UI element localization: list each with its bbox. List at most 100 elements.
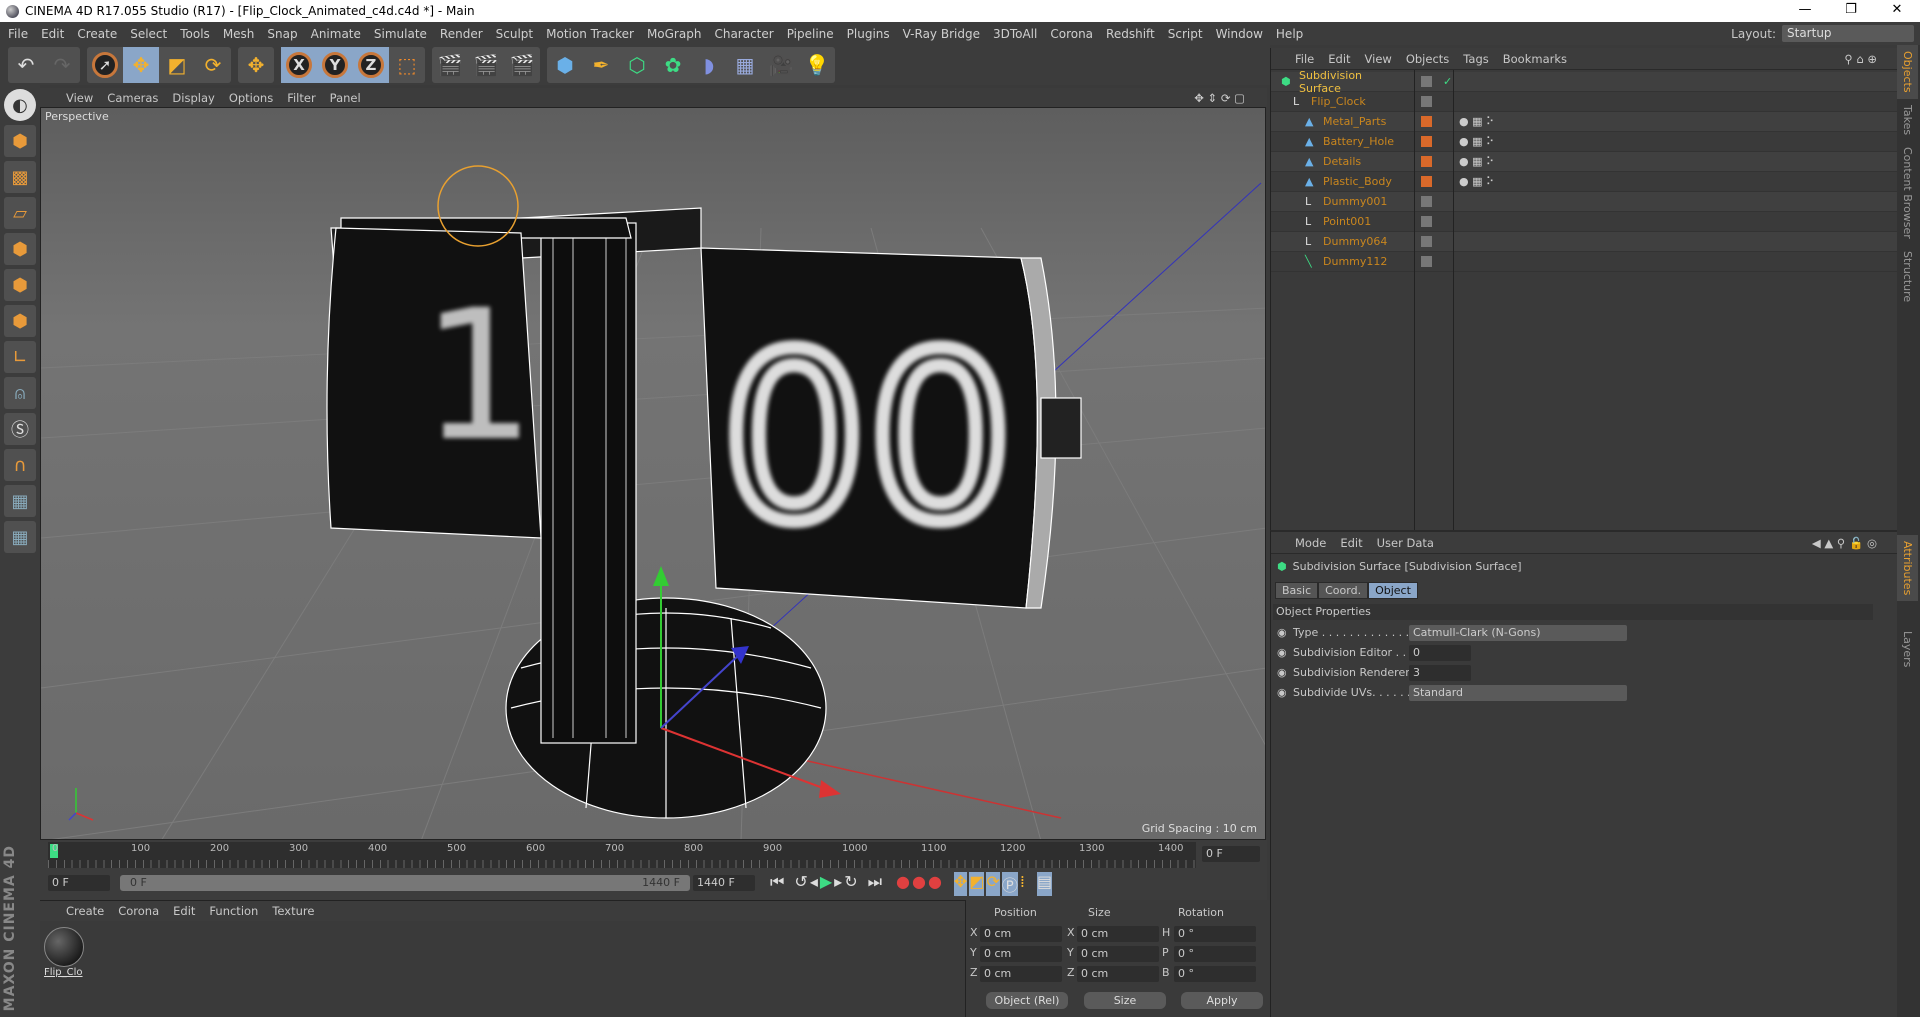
- menu-edit[interactable]: Edit: [41, 27, 64, 41]
- go-to-end-button[interactable]: ⏭: [868, 872, 882, 896]
- current-frame-field[interactable]: 0 F: [1202, 846, 1260, 862]
- menu-window[interactable]: Window: [1216, 27, 1263, 41]
- menu-create[interactable]: Create: [77, 27, 117, 41]
- floor-button[interactable]: ▦: [727, 47, 763, 83]
- object-row[interactable]: ▲ Details ● ▦ ⠕: [1271, 152, 1898, 172]
- animate-radio-icon[interactable]: ◉: [1277, 666, 1287, 679]
- apply-button[interactable]: Apply: [1181, 992, 1263, 1009]
- size-field-z[interactable]: 0 cm: [1077, 966, 1159, 982]
- cube-object-button[interactable]: ⬢: [547, 47, 583, 83]
- undo-button[interactable]: ↶: [8, 47, 44, 83]
- move-tool-button[interactable]: ✥: [123, 47, 159, 83]
- viewport-menu-panel[interactable]: Panel: [330, 91, 361, 105]
- z-axis-button[interactable]: Z: [353, 47, 389, 83]
- material-tags-icon[interactable]: ● ▦ ⠕: [1459, 155, 1494, 168]
- close-button[interactable]: ✕: [1874, 0, 1920, 20]
- object-row[interactable]: ╲ Dummy112: [1271, 252, 1898, 272]
- object-name[interactable]: Plastic_Body: [1323, 175, 1423, 188]
- workplane-button[interactable]: ▱: [4, 197, 36, 229]
- autokey-button[interactable]: ●: [912, 872, 926, 896]
- texture-mode-button[interactable]: ▩: [4, 161, 36, 193]
- menu-motion-tracker[interactable]: Motion Tracker: [546, 27, 634, 41]
- objects-menu-tags[interactable]: Tags: [1463, 52, 1488, 66]
- subdivision-surface-button[interactable]: ⬡: [619, 47, 655, 83]
- menu-redshift[interactable]: Redshift: [1106, 27, 1155, 41]
- rotation-field-x[interactable]: 0 °: [1174, 926, 1256, 942]
- object-name[interactable]: Dummy112: [1323, 255, 1423, 268]
- maximize-button[interactable]: ❐: [1828, 0, 1874, 20]
- tab-coord[interactable]: Coord.: [1318, 582, 1369, 599]
- position-field-z[interactable]: 0 cm: [980, 966, 1062, 982]
- enabled-check-icon[interactable]: ✓: [1443, 75, 1452, 88]
- rotate-tool-button[interactable]: ⟳: [195, 47, 231, 83]
- play-button[interactable]: ▶: [820, 872, 832, 896]
- object-row[interactable]: L Dummy064: [1271, 232, 1898, 252]
- coordinate-mode-dropdown[interactable]: Object (Rel): [986, 992, 1068, 1009]
- key-parameter-button[interactable]: Ⓟ: [1001, 872, 1018, 896]
- x-axis-button[interactable]: X: [281, 47, 317, 83]
- light-button[interactable]: 💡: [799, 47, 835, 83]
- points-mode-button[interactable]: ⬢: [4, 233, 36, 265]
- material-menu-texture[interactable]: Texture: [272, 904, 314, 918]
- property-number-field[interactable]: 3: [1409, 665, 1471, 681]
- layer-color-swatch[interactable]: [1421, 216, 1432, 227]
- menu-render[interactable]: Render: [440, 27, 483, 41]
- scale-tool-button[interactable]: ◩: [159, 47, 195, 83]
- go-to-start-button[interactable]: ⏮: [770, 872, 784, 896]
- tweak-mode-button[interactable]: ⍝: [4, 377, 36, 409]
- object-row[interactable]: L Flip_Clock: [1271, 92, 1898, 112]
- layer-color-swatch[interactable]: [1421, 76, 1432, 87]
- property-number-field[interactable]: 0: [1409, 645, 1471, 661]
- side-tab-content-browser[interactable]: Content Browser: [1897, 141, 1918, 245]
- model-mode-button[interactable]: ⬢: [4, 125, 36, 157]
- menu-vray-bridge[interactable]: V-Ray Bridge: [903, 27, 980, 41]
- search-icon[interactable]: ⚲ ⌂ ⊕: [1844, 52, 1877, 66]
- next-frame-button[interactable]: ▸: [834, 872, 842, 896]
- object-name[interactable]: Flip_Clock: [1311, 95, 1411, 108]
- make-editable-button[interactable]: ◐: [4, 89, 36, 121]
- object-name[interactable]: Dummy001: [1323, 195, 1423, 208]
- objects-menu-bookmarks[interactable]: Bookmarks: [1503, 52, 1567, 66]
- size-field-y[interactable]: 0 cm: [1077, 946, 1159, 962]
- key-scale-button[interactable]: ◩: [969, 872, 985, 896]
- 3d-viewport[interactable]: 1 00 Perspective Grid Spacing : 10 cm: [40, 107, 1266, 840]
- menu-help[interactable]: Help: [1276, 27, 1303, 41]
- menu-script[interactable]: Script: [1168, 27, 1203, 41]
- side-tab-attributes[interactable]: Attributes: [1897, 535, 1918, 602]
- object-row[interactable]: ⬢ Subdivision Surface ✓: [1271, 69, 1898, 95]
- layer-color-swatch[interactable]: [1421, 116, 1432, 127]
- object-name[interactable]: Battery_Hole: [1323, 135, 1423, 148]
- object-name[interactable]: Details: [1323, 155, 1423, 168]
- prev-key-button[interactable]: ↺: [794, 872, 807, 896]
- viewport-menu-display[interactable]: Display: [172, 91, 214, 105]
- end-frame-field[interactable]: 1440 F: [693, 875, 755, 891]
- property-dropdown[interactable]: Catmull-Clark (N-Gons): [1409, 625, 1627, 641]
- animate-radio-icon[interactable]: ◉: [1277, 646, 1287, 659]
- rotation-field-z[interactable]: 0 °: [1174, 966, 1256, 982]
- cloner-button[interactable]: ✿: [655, 47, 691, 83]
- tab-object[interactable]: Object: [1368, 582, 1418, 599]
- side-tab-objects[interactable]: Objects: [1897, 45, 1918, 99]
- next-key-button[interactable]: ↻: [844, 872, 857, 896]
- attr-menu-edit[interactable]: Edit: [1340, 536, 1362, 550]
- position-field-y[interactable]: 0 cm: [980, 946, 1062, 962]
- transform-tool-button[interactable]: ✥: [238, 47, 274, 83]
- render-view-button[interactable]: 🎬: [432, 47, 468, 83]
- objects-menu-edit[interactable]: Edit: [1328, 52, 1350, 66]
- viewport-menu-cameras[interactable]: Cameras: [107, 91, 158, 105]
- property-dropdown[interactable]: Standard: [1409, 685, 1627, 701]
- menu-character[interactable]: Character: [714, 27, 773, 41]
- viewport-nav-icons[interactable]: ✥ ⇕ ⟳ ▢: [1194, 91, 1245, 105]
- size-mode-dropdown[interactable]: Size: [1084, 992, 1166, 1009]
- attr-nav-icons[interactable]: ◀ ▲ ⚲ 🔓 ◎: [1812, 536, 1877, 550]
- object-row[interactable]: L Point001: [1271, 212, 1898, 232]
- magnet-button[interactable]: ∩: [4, 449, 36, 481]
- menu-simulate[interactable]: Simulate: [374, 27, 427, 41]
- redo-button[interactable]: ↷: [44, 47, 80, 83]
- range-slider[interactable]: 0 F 1440 F: [120, 875, 690, 891]
- menu-tools[interactable]: Tools: [180, 27, 210, 41]
- menu-pipeline[interactable]: Pipeline: [787, 27, 834, 41]
- tab-basic[interactable]: Basic: [1275, 582, 1319, 599]
- render-settings-button[interactable]: 🎬: [504, 47, 540, 83]
- layer-color-swatch[interactable]: [1421, 196, 1432, 207]
